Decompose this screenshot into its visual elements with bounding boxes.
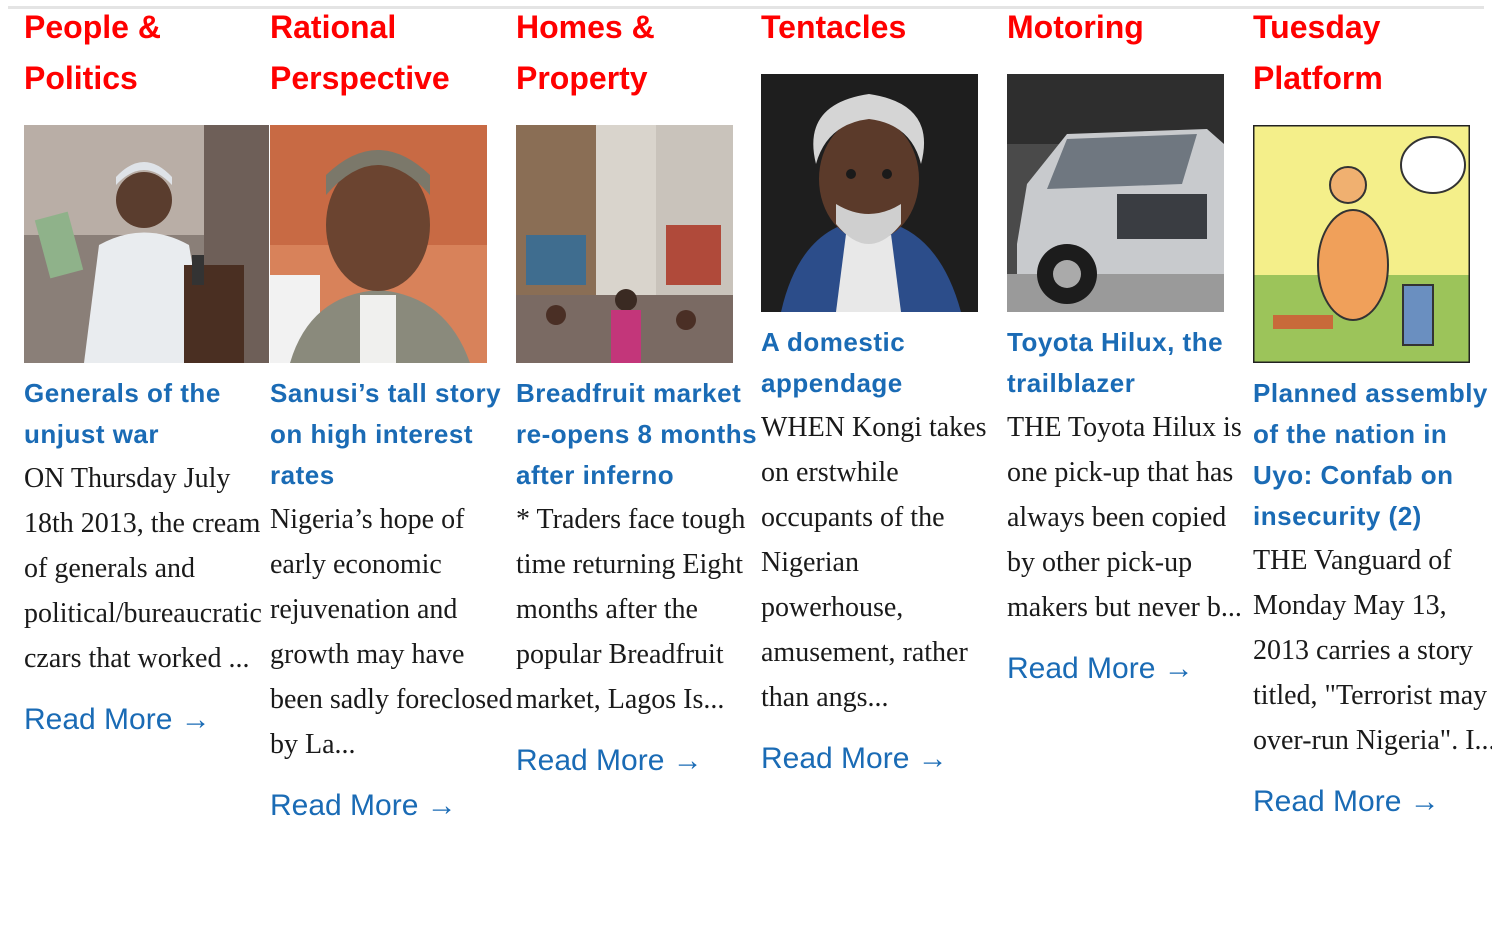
article-thumbnail[interactable] (24, 125, 269, 363)
article-title-link[interactable]: Generals of the unjust war (24, 373, 269, 455)
article-body: Breadfruit market re-opens 8 months afte… (516, 373, 761, 779)
article-title-link[interactable]: A domestic appendage (761, 322, 1006, 404)
category-heading: Rational Perspective (270, 9, 450, 96)
category-heading: Tuesday Platform (1253, 9, 1383, 96)
article-excerpt: * Traders face tough time returning Eigh… (516, 504, 746, 715)
read-more-link[interactable]: Read More → (270, 788, 515, 824)
article-body: Planned assembly of the nation in Uyo: C… (1253, 373, 1492, 820)
article-title-link[interactable]: Planned assembly of the nation in Uyo: C… (1253, 373, 1492, 537)
article-title-link[interactable]: Toyota Hilux, the trailblazer (1007, 322, 1252, 404)
article-excerpt: Nigeria’s hope of early economic rejuven… (270, 504, 513, 760)
read-more-link[interactable]: Read More → (1253, 784, 1492, 820)
read-more-link[interactable]: Read More → (1007, 651, 1252, 687)
article-thumbnail[interactable] (1253, 125, 1470, 363)
category-heading: Tentacles (761, 9, 907, 45)
article-thumbnail[interactable] (270, 125, 487, 363)
article-thumbnail[interactable] (516, 125, 733, 363)
article-excerpt: THE Toyota Hilux is one pick-up that has… (1007, 412, 1242, 623)
article-body: Generals of the unjust war ON Thursday J… (24, 373, 269, 738)
article-body: Toyota Hilux, the trailblazer THE Toyota… (1007, 322, 1252, 687)
read-more-link[interactable]: Read More → (24, 702, 269, 738)
category-heading: People & Politics (24, 9, 161, 96)
article-thumbnail[interactable] (761, 74, 978, 312)
article-title-link[interactable]: Sanusi’s tall story on high interest rat… (270, 373, 515, 496)
article-excerpt: WHEN Kongi takes on erstwhile occupants … (761, 412, 987, 713)
category-heading: Homes & Property (516, 9, 655, 96)
article-body: A domestic appendage WHEN Kongi takes on… (761, 322, 1006, 777)
article-excerpt: ON Thursday July 18th 2013, the cream of… (24, 463, 262, 674)
read-more-link[interactable]: Read More → (761, 741, 1006, 777)
article-thumbnail[interactable] (1007, 74, 1224, 312)
article-title-link[interactable]: Breadfruit market re-opens 8 months afte… (516, 373, 761, 496)
category-heading: Motoring (1007, 9, 1144, 45)
read-more-link[interactable]: Read More → (516, 743, 761, 779)
article-body: Sanusi’s tall story on high interest rat… (270, 373, 515, 824)
article-excerpt: THE Vanguard of Monday May 13, 2013 carr… (1253, 545, 1492, 756)
